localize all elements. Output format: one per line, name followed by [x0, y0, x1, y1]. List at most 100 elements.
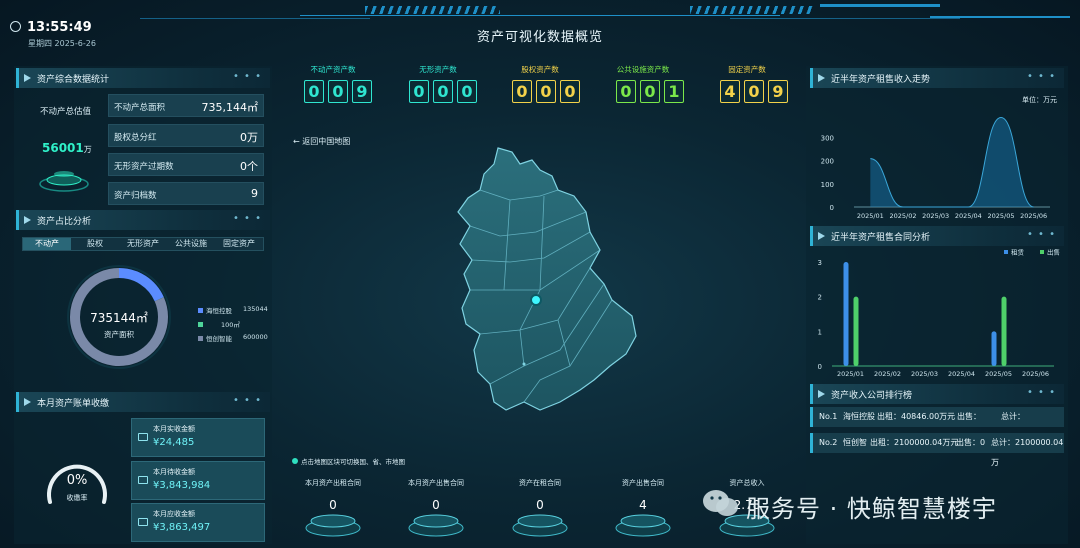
counter-real-estate: 009	[304, 80, 372, 103]
counter-label: 无形资产数	[419, 65, 457, 74]
x-tick-label: 2025/02	[874, 370, 901, 378]
triangle-icon	[24, 74, 31, 82]
counter-equity: 000	[512, 80, 580, 103]
y-tick-label: 2	[818, 294, 822, 302]
counter-digit: 0	[616, 80, 636, 103]
legend-swatch	[1040, 250, 1044, 254]
tab-equity[interactable]: 股权	[71, 238, 119, 250]
legend-label: 租赁	[1011, 248, 1025, 257]
legend-swatch	[198, 336, 203, 341]
contract-bar-chart: 0 1 2 3 2025/01 2025/02 2025/03 2025/04 2025/05 2…	[818, 248, 1060, 379]
pedestal-icon	[512, 514, 568, 537]
wechat-logo	[703, 490, 738, 516]
counter-digit: 0	[457, 80, 477, 103]
ranking-panel-title: 资产收入公司排行榜	[831, 391, 913, 401]
bar-租赁	[991, 331, 997, 366]
ranking-panel-header: 资产收入公司排行榜 • • •	[810, 384, 1064, 404]
x-tick-label: 2025/04	[948, 370, 975, 378]
x-tick-label: 2025/03	[922, 212, 949, 220]
map-marker-icon	[530, 294, 542, 306]
donut-slice	[118, 268, 164, 302]
y-tick-label: 1	[818, 328, 822, 336]
counter-fixed: 409	[720, 80, 788, 103]
card-icon	[138, 518, 148, 526]
stat-row-expired: 无形资产过期数 0个	[108, 153, 264, 176]
ranking-row[interactable]: No.1 海恒控股 出租：40846.00万元 出售： 总计：3727585.2	[810, 407, 1064, 441]
ratio-panel-header: 资产占比分析 • • •	[16, 210, 270, 230]
triangle-icon	[818, 390, 825, 398]
bill-pending: 本月待收金额 ¥3,843,984	[131, 461, 265, 500]
legend-label: 出售	[1047, 248, 1060, 257]
stat-row-dividend: 股权总分红 0万	[108, 124, 264, 147]
bar-出售	[1001, 296, 1007, 366]
x-tick-label: 2025/02	[889, 212, 916, 220]
counter-digit: 0	[536, 80, 556, 103]
counter-digit: 0	[744, 80, 764, 103]
rent-trend-chart: 0 100 200 300 2025/01 2025/02 2025/03 2025/04 20…	[821, 116, 1050, 220]
more-dots-icon[interactable]: • • •	[1027, 387, 1056, 398]
donut-center-label: 资产面积	[104, 330, 134, 339]
more-dots-icon[interactable]: • • •	[233, 213, 262, 224]
bar-租赁	[843, 262, 849, 366]
counter-label: 固定资产数	[728, 65, 766, 74]
counter-digit: 0	[512, 80, 532, 103]
valuation-value: 56001万	[42, 141, 92, 155]
counter-digit: 9	[352, 80, 372, 103]
tab-public-facility[interactable]: 公共设施	[167, 238, 215, 250]
bar-出售	[853, 296, 859, 366]
counter-label: 公共设施资产数	[616, 65, 670, 74]
more-dots-icon[interactable]: • • •	[1027, 229, 1056, 240]
map-region-outline	[457, 147, 637, 411]
x-tick-label: 2025/06	[1022, 370, 1049, 378]
card-icon	[138, 476, 148, 484]
legend-item: 100㎡	[198, 319, 240, 329]
valuation-platform-icon	[39, 171, 89, 192]
counter-digit: 0	[433, 80, 453, 103]
counter-label: 不动产资产数	[310, 65, 356, 74]
triangle-icon	[818, 232, 825, 240]
collection-rate-value: 0%	[66, 473, 88, 488]
counter-digit: 0	[328, 80, 348, 103]
more-dots-icon[interactable]: • • •	[233, 71, 262, 82]
tab-real-estate[interactable]: 不动产	[23, 238, 71, 250]
bill-panel-title: 本月资产账单收缴	[37, 399, 110, 409]
legend-swatch	[1004, 250, 1008, 254]
tab-fixed-asset[interactable]: 固定资产	[215, 238, 263, 250]
counter-digit: 0	[409, 80, 429, 103]
map-hint: 点击地图区块可切换国、省、市地图	[292, 456, 405, 466]
legend-swatch	[198, 308, 203, 313]
y-tick-label: 100	[821, 181, 834, 189]
pedestal-icon	[408, 514, 464, 537]
triangle-icon	[818, 74, 825, 82]
stat-row-area: 不动产总面积 735,144㎡	[108, 94, 264, 117]
trend-panel-header: 近半年资产租售收入走势 • • •	[810, 68, 1064, 88]
x-tick-label: 2025/05	[985, 370, 1012, 378]
tab-intangible[interactable]: 无形资产	[119, 238, 167, 250]
more-dots-icon[interactable]: • • •	[1027, 71, 1056, 82]
ratio-panel-title: 资产占比分析	[37, 217, 92, 227]
contract-panel-header: 近半年资产租售合同分析 • • •	[810, 226, 1064, 246]
counter-public: 001	[616, 80, 684, 103]
ranking-row[interactable]: No.2 恒创智 出租：2100000.04万元 出售：0 总计：2100000…	[810, 433, 1064, 467]
counter-intangible: 000	[409, 80, 477, 103]
counter-digit: 0	[304, 80, 324, 103]
back-to-china-map-link[interactable]: ← 返回中国地图	[293, 136, 350, 147]
counter-digit: 1	[664, 80, 684, 103]
counter-digit: 0	[640, 80, 660, 103]
map-dot	[522, 362, 526, 366]
card-icon	[138, 433, 148, 441]
triangle-icon	[24, 216, 31, 224]
trend-panel-title: 近半年资产租售收入走势	[831, 75, 931, 85]
province-map[interactable]	[440, 140, 650, 420]
x-tick-label: 2025/03	[911, 370, 938, 378]
more-dots-icon[interactable]: • • •	[233, 395, 262, 406]
contract-panel-title: 近半年资产租售合同分析	[831, 233, 931, 243]
x-tick-label: 2025/01	[837, 370, 864, 378]
ratio-tabs: 不动产 股权 无形资产 公共设施 固定资产	[22, 237, 264, 251]
stat-row-archived: 资产归档数 9	[108, 182, 264, 205]
counter-label: 股权资产数	[521, 65, 559, 74]
y-tick-label: 0	[818, 363, 822, 371]
x-tick-label: 2025/05	[987, 212, 1014, 220]
y-tick-label: 0	[830, 204, 834, 212]
y-tick-label: 3	[818, 259, 822, 267]
